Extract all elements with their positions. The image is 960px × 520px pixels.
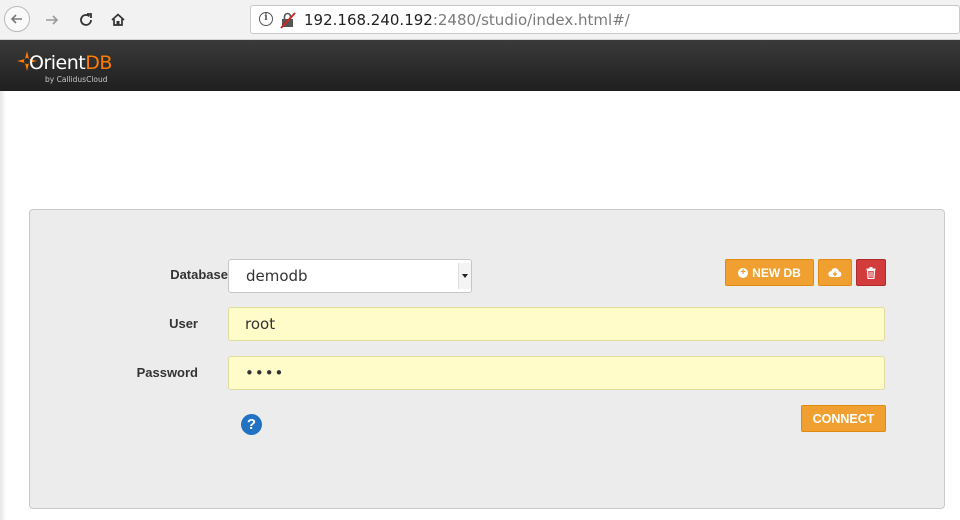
- url-path: :2480/studio/index.html#/: [432, 11, 630, 29]
- forward-arrow-icon: [46, 15, 59, 25]
- trash-icon: [866, 266, 876, 279]
- help-icon[interactable]: ?: [241, 414, 262, 435]
- cloud-download-icon: [828, 267, 842, 277]
- logo-subtitle: by CallidusCloud: [45, 75, 108, 84]
- info-icon[interactable]: i: [259, 12, 273, 26]
- back-button[interactable]: [4, 6, 30, 32]
- user-field[interactable]: root: [228, 307, 885, 341]
- page-edge-shadow: [0, 91, 6, 520]
- address-bar[interactable]: i 192.168.240.192:2480/studio/index.html…: [250, 5, 960, 34]
- user-label: User: [169, 316, 198, 331]
- insecure-lock-icon[interactable]: [280, 11, 296, 29]
- password-label: Password: [136, 365, 198, 380]
- url-text: 192.168.240.192:2480/studio/index.html#/: [304, 11, 630, 29]
- reload-icon: [80, 13, 92, 26]
- new-db-button[interactable]: + NEW DB: [725, 259, 814, 286]
- new-db-button-label: NEW DB: [752, 265, 801, 280]
- password-field[interactable]: ••••: [228, 356, 885, 390]
- database-label: Database: [170, 267, 228, 282]
- login-panel: Database demodb + NEW DB User root Passw…: [29, 209, 945, 509]
- home-button[interactable]: [104, 6, 132, 34]
- chevron-down-icon[interactable]: [458, 263, 471, 289]
- database-select-value: demodb: [246, 267, 308, 285]
- back-arrow-icon: [10, 14, 22, 24]
- connect-button[interactable]: CONNECT: [801, 405, 886, 432]
- home-icon: [111, 13, 125, 26]
- delete-db-button[interactable]: [856, 259, 886, 286]
- reload-button[interactable]: [72, 6, 100, 34]
- logo-accent-text: DB: [85, 52, 112, 74]
- logo-main-text: Orient: [29, 52, 86, 74]
- orientdb-logo[interactable]: OrientDB by CallidusCloud: [15, 45, 125, 87]
- database-select[interactable]: demodb: [228, 259, 472, 293]
- browser-toolbar: i 192.168.240.192:2480/studio/index.html…: [0, 0, 960, 40]
- url-host: 192.168.240.192: [304, 11, 433, 29]
- app-header: OrientDB by CallidusCloud: [0, 40, 960, 91]
- logo-wordmark: OrientDB: [29, 52, 112, 74]
- forward-button[interactable]: [38, 6, 66, 34]
- import-db-button[interactable]: [818, 259, 852, 286]
- plus-circle-icon: +: [738, 267, 749, 278]
